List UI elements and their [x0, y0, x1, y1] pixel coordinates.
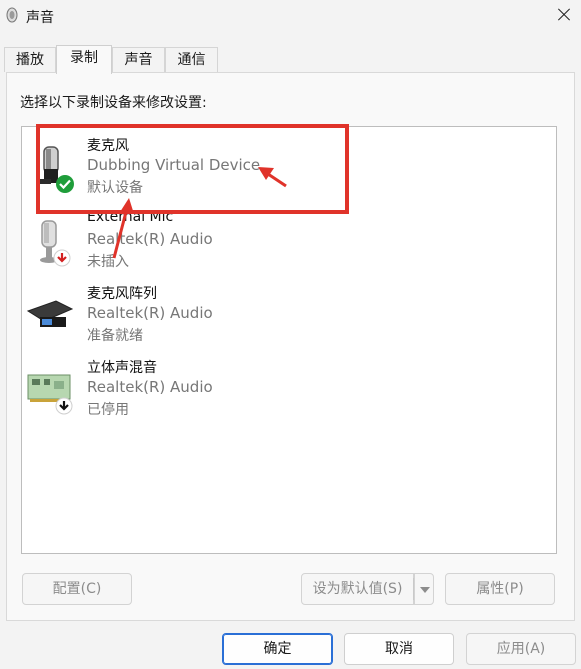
set-default-button[interactable]: 设为默认值(S)	[301, 573, 414, 605]
device-name: 麦克风	[87, 138, 129, 154]
device-status: 准备就绪	[87, 328, 143, 344]
device-status: 未插入	[87, 254, 129, 270]
sound-card-icon	[27, 374, 73, 415]
ok-button[interactable]: 确定	[222, 633, 333, 665]
microphone-icon	[40, 220, 71, 267]
chevron-down-icon[interactable]	[414, 573, 434, 605]
device-driver: Realtek(R) Audio	[87, 230, 213, 248]
window-title: 声音	[26, 10, 54, 26]
apply-button[interactable]: 应用(A)	[466, 633, 576, 665]
tab-playback[interactable]: 播放	[4, 47, 56, 72]
device-status: 默认设备	[87, 180, 143, 196]
title-bar: 声音	[0, 0, 581, 32]
close-icon[interactable]	[545, 0, 581, 30]
list-item-device-stereo-mix[interactable]: 立体声混音 Realtek(R) Audio 已停用	[22, 349, 554, 421]
list-item-device-mic-array[interactable]: 麦克风阵列 Realtek(R) Audio 准备就绪	[22, 275, 554, 347]
tab-recording[interactable]: 录制	[56, 45, 112, 74]
device-driver: Realtek(R) Audio	[87, 304, 213, 322]
microphone-icon	[39, 146, 74, 193]
device-driver: Realtek(R) Audio	[87, 378, 213, 396]
cancel-button[interactable]: 取消	[344, 633, 454, 665]
device-name: External Mic	[87, 209, 174, 225]
tab-sounds[interactable]: 声音	[112, 47, 165, 72]
device-status: 已停用	[87, 402, 129, 418]
device-driver: Dubbing Virtual Device	[87, 156, 261, 174]
microphone-array-icon	[26, 300, 74, 327]
list-item-device-external-mic[interactable]: External Mic Realtek(R) Audio 未插入	[22, 201, 554, 273]
device-list[interactable]: 麦克风 Dubbing Virtual Device 默认设备 External…	[21, 126, 557, 554]
device-name: 麦克风阵列	[87, 286, 157, 302]
instruction-label: 选择以下录制设备来修改设置:	[20, 95, 207, 111]
device-name: 立体声混音	[87, 360, 157, 376]
configure-button[interactable]: 配置(C)	[22, 573, 132, 605]
list-item-device-mic[interactable]: 麦克风 Dubbing Virtual Device 默认设备	[22, 127, 554, 199]
tab-communications[interactable]: 通信	[165, 47, 218, 72]
speaker-icon	[6, 7, 18, 23]
properties-button[interactable]: 属性(P)	[445, 573, 555, 605]
